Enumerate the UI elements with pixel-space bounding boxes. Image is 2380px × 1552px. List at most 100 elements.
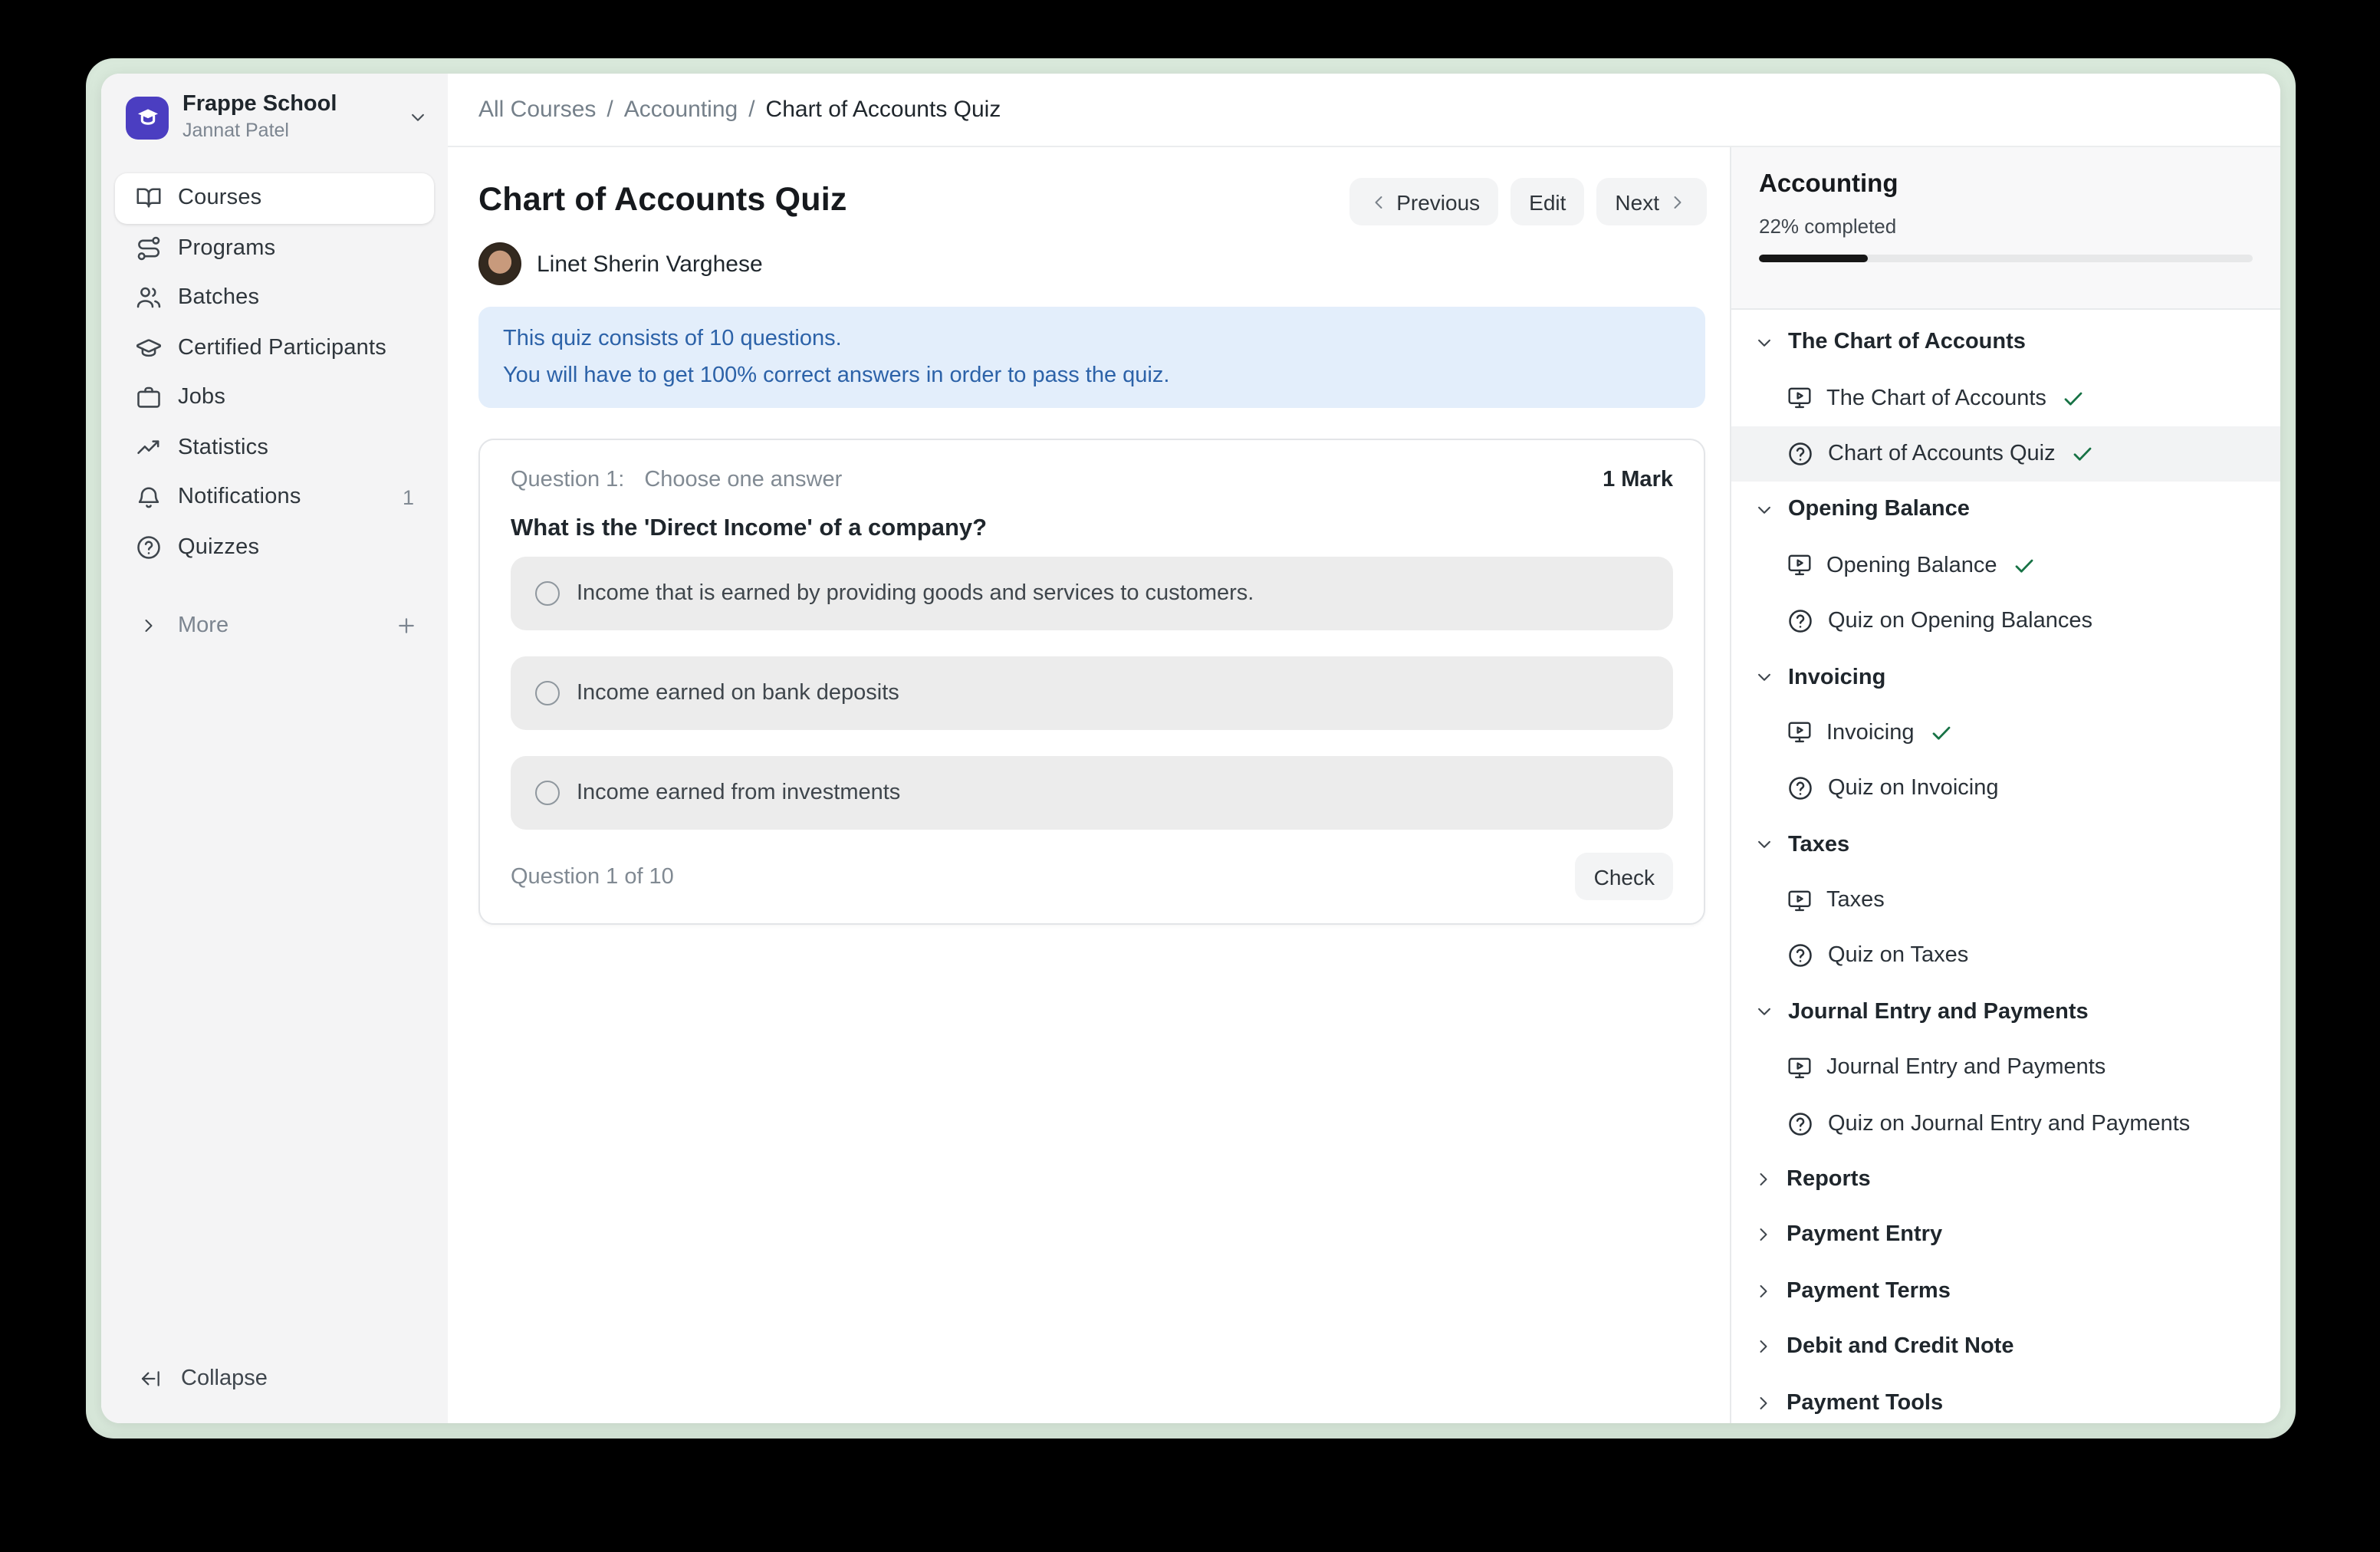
answer-option[interactable]: Income earned on bank deposits <box>511 656 1673 730</box>
sidebar-item-more[interactable]: More <box>115 600 434 650</box>
users-icon <box>135 284 163 312</box>
collapse-icon <box>138 1366 163 1390</box>
outline-lesson-chart-of-accounts-quiz[interactable]: Chart of Accounts Quiz <box>1731 426 2280 482</box>
outline-section-label: Payment Terms <box>1787 1279 1951 1304</box>
completed-check-icon <box>2071 442 2096 466</box>
sidebar-item-jobs[interactable]: Jobs <box>115 373 434 423</box>
page-title: Chart of Accounts Quiz <box>478 181 847 219</box>
outline-section-label: Payment Entry <box>1787 1223 1942 1248</box>
check-button[interactable]: Check <box>1576 853 1673 900</box>
question-number-label: Question 1: <box>511 468 624 492</box>
monitor-play-icon <box>1787 720 1813 746</box>
outline-section-reports[interactable]: Reports <box>1731 1152 2280 1208</box>
sidebar-item-batches[interactable]: Batches <box>115 273 434 323</box>
book-open-icon <box>135 185 163 212</box>
outline-section-label: Opening Balance <box>1788 498 1970 522</box>
chevron-down-icon <box>1753 498 1776 521</box>
sidebar-item-label: Statistics <box>178 436 423 460</box>
outline-lesson-quiz-on-invoicing[interactable]: Quiz on Invoicing <box>1731 761 2280 817</box>
sidebar-item-label: Batches <box>178 286 423 311</box>
help-circle-icon <box>1787 1110 1814 1137</box>
outline-lesson-invoicing[interactable]: Invoicing <box>1731 705 2280 761</box>
chevron-right-icon <box>1753 1169 1774 1190</box>
outline-lesson-label: Quiz on Invoicing <box>1828 777 1998 801</box>
course-panel-header: Accounting 22% completed <box>1731 147 2280 310</box>
sidebar-item-courses[interactable]: Courses <box>115 173 434 223</box>
briefcase-icon <box>135 384 163 412</box>
outline-lesson-label: Chart of Accounts Quiz <box>1828 442 2056 466</box>
notice-line: You will have to get 100% correct answer… <box>503 357 1681 394</box>
chevron-down-icon <box>1753 1001 1776 1024</box>
edit-button[interactable]: Edit <box>1511 178 1584 225</box>
sidebar-item-programs[interactable]: Programs <box>115 223 434 273</box>
breadcrumb-item[interactable]: All Courses <box>478 97 596 123</box>
outline-lesson-quiz-on-journal-entry-and-payments[interactable]: Quiz on Journal Entry and Payments <box>1731 1096 2280 1152</box>
help-circle-icon <box>135 534 163 561</box>
answer-option[interactable]: Income earned from investments <box>511 756 1673 830</box>
help-circle-icon <box>1787 942 1814 970</box>
chevron-right-icon <box>138 614 159 636</box>
body-row: Chart of Accounts Quiz Linet Sherin Varg… <box>448 147 2280 1423</box>
outline-section-payment-terms[interactable]: Payment Terms <box>1731 1263 2280 1319</box>
outline-section-label: Journal Entry and Payments <box>1788 1000 2089 1024</box>
breadcrumb: All Courses/Accounting/Chart of Accounts… <box>478 97 1001 123</box>
sidebar-item-label: Programs <box>178 236 423 261</box>
outline-lesson-journal-entry-and-payments[interactable]: Journal Entry and Payments <box>1731 1040 2280 1096</box>
graduation-cap-icon <box>134 104 160 130</box>
app-window: Frappe School Jannat Patel Courses Progra… <box>101 74 2280 1423</box>
breadcrumb-item[interactable]: Accounting <box>624 97 738 123</box>
author-name: Linet Sherin Varghese <box>537 251 763 277</box>
graduation-cap-icon <box>135 334 163 362</box>
sidebar-item-certified-participants[interactable]: Certified Participants <box>115 323 434 373</box>
course-progress-bar <box>1759 255 2253 262</box>
outline-lesson-label: Journal Entry and Payments <box>1826 1056 2106 1080</box>
sidebar-item-statistics[interactable]: Statistics <box>115 423 434 472</box>
outline-lesson-opening-balance[interactable]: Opening Balance <box>1731 538 2280 594</box>
outline-section-payment-tools[interactable]: Payment Tools <box>1731 1375 2280 1423</box>
course-progress-fill <box>1759 255 1868 262</box>
outline-section-invoicing[interactable]: Invoicing <box>1731 649 2280 705</box>
completed-check-icon <box>2062 386 2086 410</box>
desktop: Frappe School Jannat Patel Courses Progra… <box>0 0 2380 1552</box>
sidebar-item-label: Certified Participants <box>178 336 423 360</box>
outline-section-label: Debit and Credit Note <box>1787 1334 2013 1359</box>
chevron-down-icon <box>1753 833 1776 856</box>
author-row: Linet Sherin Varghese <box>478 242 763 285</box>
outline-lesson-the-chart-of-accounts[interactable]: The Chart of Accounts <box>1731 370 2280 426</box>
header-buttons: Previous Edit Next <box>1349 178 1707 225</box>
outline-section-payment-entry[interactable]: Payment Entry <box>1731 1208 2280 1264</box>
sidebar-item-notifications[interactable]: Notifications1 <box>115 472 434 522</box>
chevron-right-icon <box>1753 1225 1774 1246</box>
workspace-switcher[interactable]: Frappe School Jannat Patel <box>101 74 448 143</box>
help-circle-icon <box>1787 440 1814 468</box>
monitor-play-icon <box>1787 385 1813 411</box>
question-meta-row: Question 1: Choose one answer 1 Mark <box>511 468 1673 492</box>
plus-icon[interactable] <box>394 613 419 637</box>
collapse-sidebar-button[interactable]: Collapse <box>115 1353 434 1403</box>
chevron-down-icon <box>1753 330 1776 353</box>
breadcrumb-separator: / <box>748 97 754 123</box>
outline-section-taxes[interactable]: Taxes <box>1731 817 2280 873</box>
collapse-label: Collapse <box>181 1366 268 1390</box>
sidebar-item-quizzes[interactable]: Quizzes <box>115 522 434 572</box>
route-icon <box>135 235 163 262</box>
outline-lesson-quiz-on-taxes[interactable]: Quiz on Taxes <box>1731 929 2280 985</box>
outline-lesson-quiz-on-opening-balances[interactable]: Quiz on Opening Balances <box>1731 594 2280 649</box>
more-label: More <box>178 613 376 637</box>
page-header: Chart of Accounts Quiz Linet Sherin Varg… <box>478 147 1707 307</box>
radio-button <box>535 781 560 805</box>
outline-lesson-taxes[interactable]: Taxes <box>1731 873 2280 929</box>
outline-section-debit-and-credit-note[interactable]: Debit and Credit Note <box>1731 1319 2280 1375</box>
previous-button[interactable]: Previous <box>1349 178 1498 225</box>
next-button[interactable]: Next <box>1596 178 1707 225</box>
main-content: Chart of Accounts Quiz Linet Sherin Varg… <box>448 147 1730 1423</box>
chevron-right-icon <box>1753 1281 1774 1302</box>
outline-section-label: Payment Tools <box>1787 1390 1943 1415</box>
outline-section-opening-balance[interactable]: Opening Balance <box>1731 482 2280 538</box>
top-bar: All Courses/Accounting/Chart of Accounts… <box>448 74 2280 147</box>
answer-option[interactable]: Income that is earned by providing goods… <box>511 557 1673 630</box>
help-circle-icon <box>1787 607 1814 635</box>
sidebar-item-label: Quizzes <box>178 535 423 560</box>
outline-section-the-chart-of-accounts[interactable]: The Chart of Accounts <box>1731 314 2280 370</box>
outline-section-journal-entry-and-payments[interactable]: Journal Entry and Payments <box>1731 984 2280 1040</box>
